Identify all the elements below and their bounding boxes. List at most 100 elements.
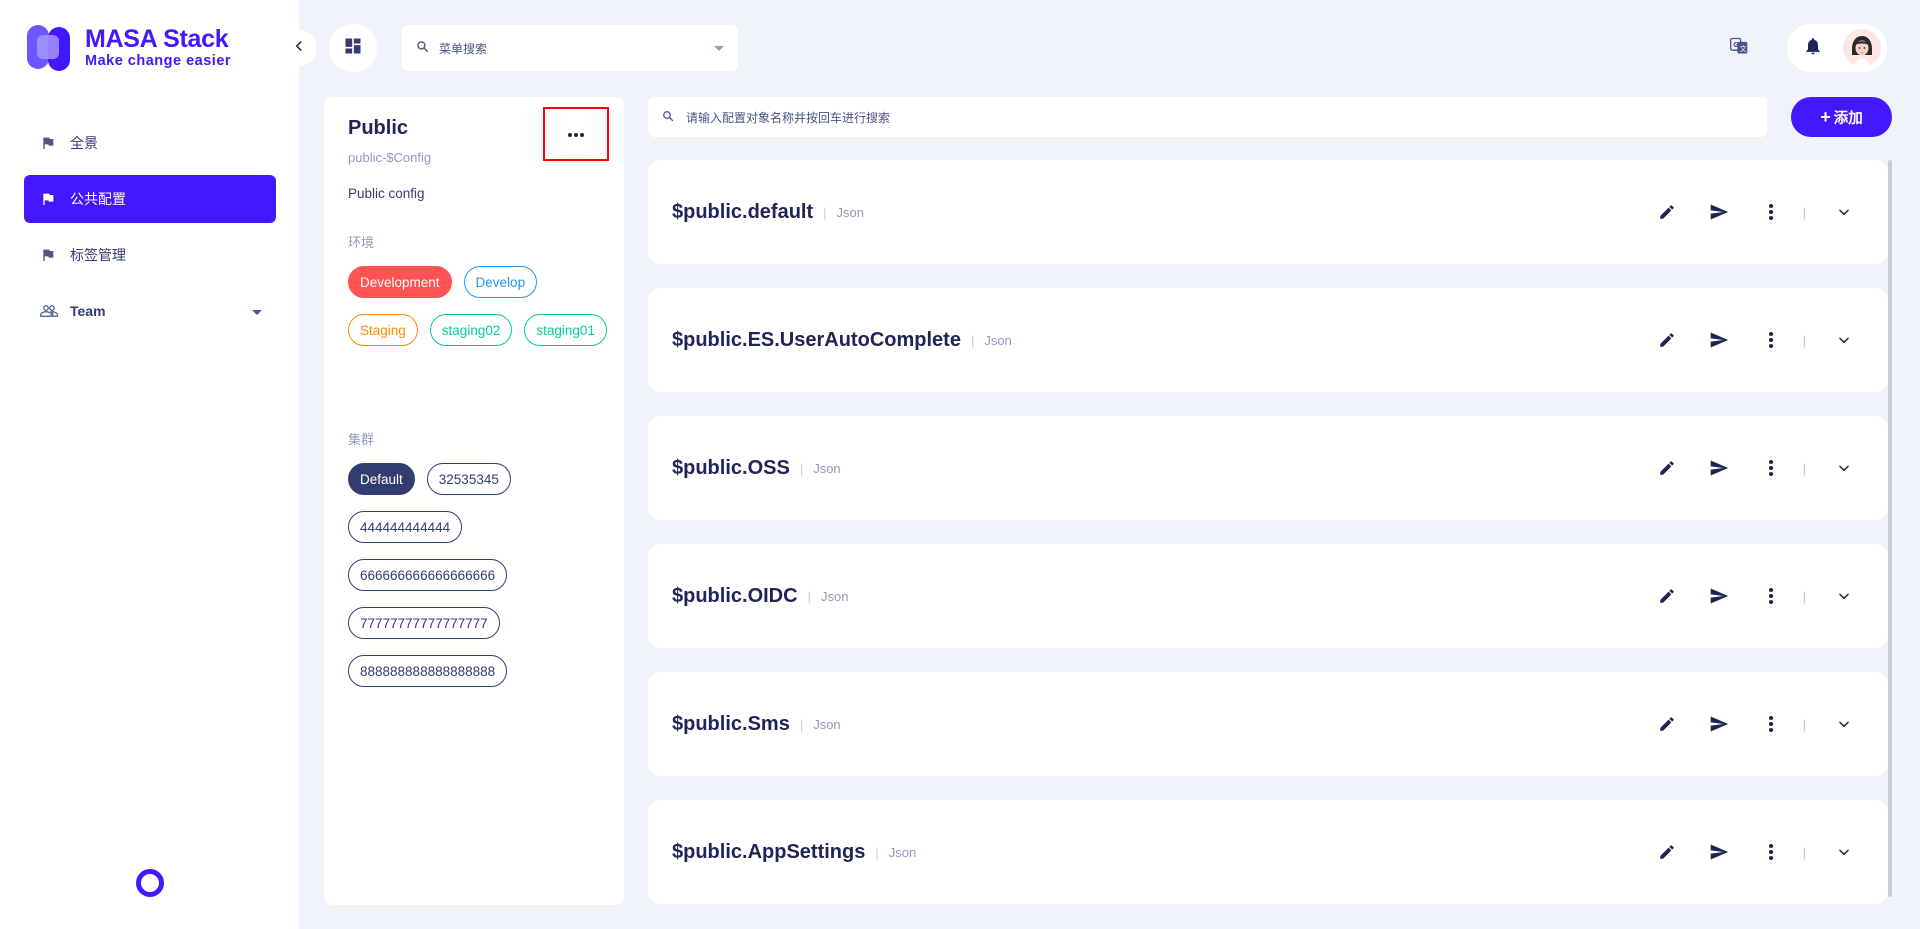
divider: |	[799, 716, 804, 732]
brand-subtitle: Make change easier	[85, 53, 232, 70]
translate-icon: G文	[1729, 36, 1749, 61]
env-chip-develop[interactable]: Develop	[463, 266, 538, 298]
sidebar-item-label: 全景	[70, 135, 98, 151]
more-vertical-icon[interactable]	[1751, 704, 1791, 744]
divider: |	[1802, 332, 1806, 348]
edit-icon[interactable]	[1647, 576, 1687, 616]
more-vertical-icon[interactable]	[1751, 576, 1791, 616]
environment-label: 环境	[348, 235, 375, 250]
chevron-left-icon	[292, 39, 306, 58]
config-object-type: Json	[888, 844, 917, 860]
object-search-input[interactable]: 请输入配置对象名称并按回车进行搜索	[648, 97, 1767, 137]
more-vertical-icon[interactable]	[1751, 448, 1791, 488]
divider: |	[970, 332, 975, 348]
sidebar-item-overview[interactable]: 全景	[24, 119, 276, 167]
chevron-down-icon[interactable]	[1824, 192, 1864, 232]
sidebar-item-label: 标签管理	[70, 247, 126, 263]
divider: |	[1802, 844, 1806, 860]
edit-icon[interactable]	[1647, 192, 1687, 232]
send-icon[interactable]	[1699, 192, 1739, 232]
sidebar-item-public-config[interactable]: 公共配置	[24, 175, 276, 223]
config-object-type: Json	[820, 588, 849, 604]
cluster-chip[interactable]: 444444444444	[348, 511, 463, 543]
more-vertical-icon[interactable]	[1751, 832, 1791, 872]
send-icon[interactable]	[1699, 576, 1739, 616]
config-object-name: $public.OIDC	[672, 584, 798, 607]
config-object-card[interactable]: $public.ES.UserAutoComplete | Json |	[648, 288, 1888, 392]
more-vertical-icon[interactable]	[1751, 320, 1791, 360]
panel-description: Public config	[348, 186, 425, 201]
send-icon[interactable]	[1699, 832, 1739, 872]
dashboard-button[interactable]	[329, 24, 377, 72]
cluster-chips: Default 32535345 444444444444 6666666666…	[348, 463, 608, 687]
brand-logo[interactable]: MASA Stack Make change easier	[27, 25, 231, 71]
cluster-label: 集群	[348, 432, 375, 447]
env-chip-staging01[interactable]: staging01	[524, 314, 607, 346]
chevron-down-icon[interactable]	[1824, 448, 1864, 488]
config-object-type: Json	[984, 332, 1012, 348]
flag-icon	[40, 246, 58, 264]
send-icon[interactable]	[1699, 448, 1739, 488]
caret-down-icon[interactable]	[714, 41, 724, 55]
dashboard-icon	[343, 36, 363, 61]
collapse-sidebar-button[interactable]	[281, 30, 317, 66]
config-object-card[interactable]: $public.AppSettings | Json |	[648, 800, 1888, 904]
config-object-card[interactable]: $public.Sms | Json |	[648, 672, 1888, 776]
env-chip-staging02[interactable]: staging02	[429, 314, 513, 346]
send-icon[interactable]	[1699, 704, 1739, 744]
sidebar-item-team[interactable]: Team	[24, 287, 276, 335]
sidebar: MASA Stack Make change easier 全景 公共配置 标签…	[0, 0, 299, 929]
menu-search-input[interactable]: 菜单搜索	[402, 25, 738, 71]
edit-icon[interactable]	[1647, 448, 1687, 488]
cluster-chip[interactable]: 32535345	[426, 463, 511, 495]
caret-down-icon	[252, 303, 262, 319]
user-area	[1787, 24, 1887, 72]
add-button[interactable]: + 添加	[1791, 97, 1892, 137]
flag-icon	[40, 134, 58, 152]
config-object-list: $public.default | Json | $public.ES.User…	[648, 160, 1888, 928]
svg-text:G: G	[1733, 40, 1738, 48]
cluster-chip[interactable]: 77777777777777777	[348, 607, 500, 639]
sidebar-item-label: Team	[70, 303, 106, 319]
edit-icon[interactable]	[1647, 320, 1687, 360]
avatar[interactable]	[1843, 29, 1881, 67]
config-object-type: Json	[836, 204, 864, 220]
chevron-down-icon[interactable]	[1824, 832, 1864, 872]
config-object-card[interactable]: $public.OIDC | Json |	[648, 544, 1888, 648]
cluster-chip[interactable]: 888888888888888888	[348, 655, 508, 687]
search-icon	[416, 40, 429, 56]
config-object-name: $public.ES.UserAutoComplete	[672, 328, 961, 351]
config-object-card[interactable]: $public.default | Json |	[648, 160, 1888, 264]
object-search-placeholder: 请输入配置对象名称并按回车进行搜索	[686, 110, 891, 125]
config-object-name: $public.OSS	[672, 456, 790, 479]
more-options-button[interactable]	[543, 107, 609, 161]
divider: |	[823, 204, 827, 220]
cluster-chip[interactable]: 666666666666666666	[348, 559, 508, 591]
sidebar-item-label-management[interactable]: 标签管理	[24, 231, 276, 279]
chevron-down-icon[interactable]	[1824, 704, 1864, 744]
menu-search-placeholder: 菜单搜索	[439, 41, 488, 56]
search-icon	[662, 110, 674, 125]
env-chip-development[interactable]: Development	[348, 266, 452, 298]
chevron-down-icon[interactable]	[1824, 320, 1864, 360]
env-chip-staging[interactable]: Staging	[348, 314, 418, 346]
cluster-chip-default[interactable]: Default	[348, 463, 415, 495]
divider: |	[1802, 588, 1806, 604]
edit-icon[interactable]	[1647, 832, 1687, 872]
more-vertical-icon[interactable]	[1751, 192, 1791, 232]
add-button-label: 添加	[1833, 110, 1863, 127]
divider: |	[799, 460, 804, 476]
bell-icon[interactable]	[1803, 36, 1823, 61]
status-ring-icon[interactable]	[136, 869, 164, 897]
translate-button[interactable]: G文	[1727, 36, 1751, 60]
edit-icon[interactable]	[1647, 704, 1687, 744]
config-detail-panel: Public public-$Config Public config 环境 D…	[324, 97, 624, 905]
team-icon	[40, 302, 58, 320]
divider: |	[1802, 460, 1806, 476]
chevron-down-icon[interactable]	[1824, 576, 1864, 616]
panel-title: Public	[348, 117, 409, 139]
config-object-card[interactable]: $public.OSS | Json |	[648, 416, 1888, 520]
scrollbar[interactable]	[1888, 160, 1892, 897]
divider: |	[807, 588, 811, 604]
send-icon[interactable]	[1699, 320, 1739, 360]
